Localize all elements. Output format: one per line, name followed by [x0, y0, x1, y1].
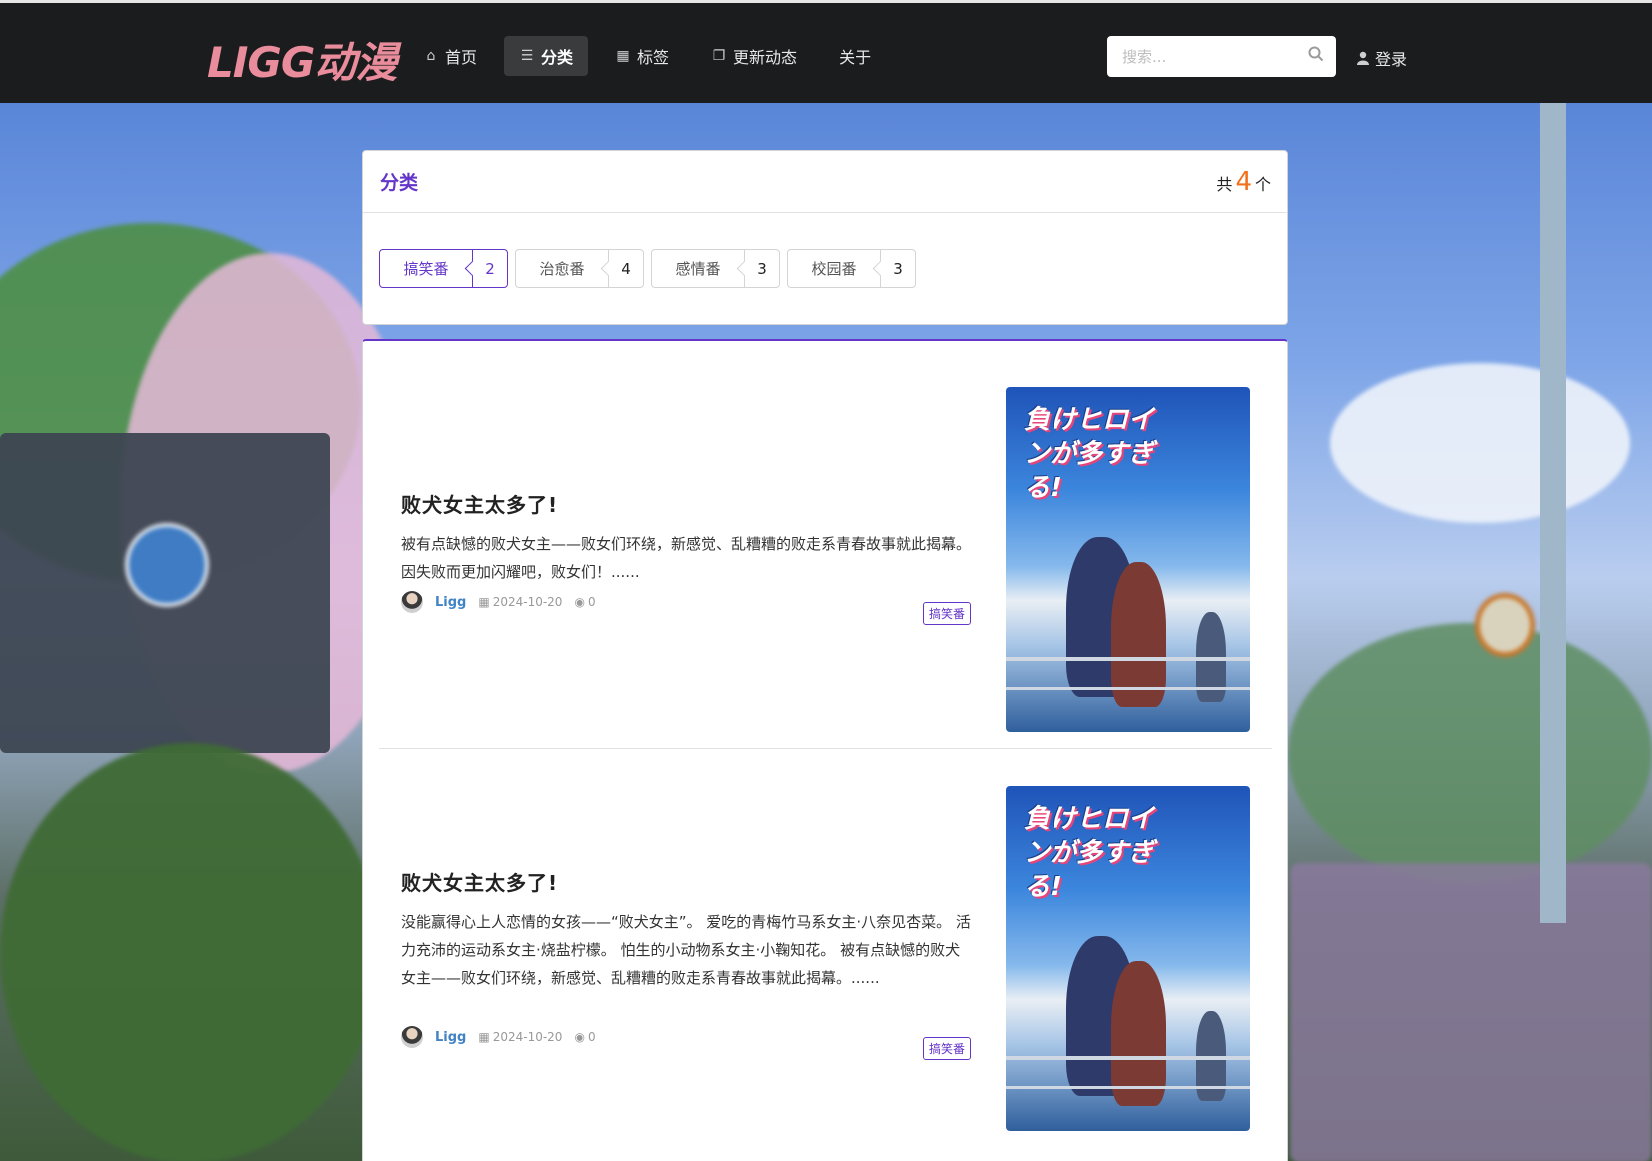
copy-icon: ❐ [712, 48, 726, 64]
category-list: 搞笑番 2 治愈番 4 感情番 3 校园番 3 [363, 213, 1287, 288]
category-tag-count: 3 [880, 250, 915, 287]
post-views: ◉ 0 [574, 595, 595, 609]
eye-icon: ◉ [574, 1030, 585, 1044]
eye-icon: ◉ [574, 595, 585, 609]
cover-title-art: 負けヒロインが多すぎる! [1024, 804, 1155, 902]
site-logo[interactable]: LIGG动漫 [207, 29, 397, 90]
post-description: 没能赢得心上人恋情的女孩——“败犬女主”。 爱吃的青梅竹马系女主·八奈见杏菜。 … [401, 913, 971, 987]
nav-tags[interactable]: ▦ 标签 [600, 36, 684, 76]
author-name[interactable]: Ligg [435, 1030, 466, 1045]
category-tag-count: 2 [472, 250, 507, 287]
tag-icon: ▦ [616, 48, 630, 64]
nav-label: 关于 [839, 48, 872, 67]
date-text: 2024-10-20 [492, 1030, 563, 1044]
author-name[interactable]: Ligg [435, 595, 466, 610]
category-title: 分类 [380, 172, 419, 194]
post-meta: Ligg ▦ 2024-10-20 ◉ 0 [401, 1026, 596, 1048]
calendar-icon: ▦ [478, 595, 490, 609]
category-header: 分类 共 4 个 [363, 151, 1287, 213]
category-tag-count: 4 [608, 250, 643, 287]
post-cover-image[interactable]: 負けヒロインが多すぎる! [1006, 786, 1250, 1131]
post-category-tag[interactable]: 搞笑番 [922, 602, 971, 625]
post-cover-image[interactable]: 負けヒロインが多すぎる! [1006, 387, 1250, 732]
nav-label: 分类 [541, 48, 574, 67]
post-description: 被有点缺憾的败犬女主——败女们环绕，新感觉、乱糟糟的败走系青春故事就此揭幕。 因… [401, 535, 972, 581]
post-title[interactable]: 败犬女主太多了! [401, 867, 558, 896]
post-item: 败犬女主太多了! 被有点缺憾的败犬女主——败女们环绕，新感觉、乱糟糟的败走系青春… [379, 341, 1272, 748]
nav-label: 首页 [445, 48, 478, 67]
post-item: 败犬女主太多了! 没能赢得心上人恋情的女孩——“败犬女主”。 爱吃的青梅竹马系女… [379, 749, 1272, 1161]
category-tag[interactable]: 搞笑番 2 [379, 249, 508, 288]
cover-title-art: 負けヒロインが多すぎる! [1024, 405, 1155, 503]
list-icon: ☰ [520, 48, 534, 64]
main-nav: ⌂ 首页 ☰ 分类 ▦ 标签 ❐ 更新动态 关于 [408, 36, 898, 76]
nav-label: 标签 [637, 48, 670, 67]
post-list: 败犬女主太多了! 被有点缺憾的败犬女主——败女们环绕，新感觉、乱糟糟的败走系青春… [362, 339, 1288, 1161]
top-navbar: LIGG动漫 ⌂ 首页 ☰ 分类 ▦ 标签 ❐ 更新动态 关于 搜索... 登录 [0, 0, 1652, 103]
category-tag-count: 3 [744, 250, 779, 287]
post-title[interactable]: 败犬女主太多了! [401, 489, 558, 518]
category-tag[interactable]: 校园番 3 [787, 249, 916, 288]
date-text: 2024-10-20 [492, 595, 563, 609]
nav-about[interactable]: 关于 [824, 36, 886, 76]
login-label: 登录 [1375, 50, 1408, 69]
views-text: 0 [587, 595, 596, 609]
category-tag[interactable]: 感情番 3 [651, 249, 780, 288]
calendar-icon: ▦ [478, 1030, 490, 1044]
nav-updates[interactable]: ❐ 更新动态 [696, 36, 812, 76]
nav-categories[interactable]: ☰ 分类 [504, 36, 589, 76]
search-input[interactable] [1107, 36, 1297, 77]
search-box [1107, 36, 1336, 77]
views-text: 0 [587, 1030, 596, 1044]
user-icon [1357, 51, 1369, 65]
home-icon: ⌂ [426, 48, 436, 64]
category-tag-label: 搞笑番 [403, 260, 449, 278]
search-icon[interactable] [1308, 46, 1324, 62]
category-tag-label: 校园番 [811, 260, 857, 278]
post-date: ▦ 2024-10-20 [478, 595, 562, 609]
nav-home[interactable]: ⌂ 首页 [408, 36, 492, 76]
nav-label: 更新动态 [733, 48, 798, 67]
author-avatar[interactable] [401, 591, 423, 613]
category-count: 共 4 个 [1216, 167, 1271, 197]
category-tag-label: 治愈番 [539, 260, 585, 278]
category-card: 分类 共 4 个 搞笑番 2 治愈番 4 感情番 3 校园番 3 [362, 150, 1288, 325]
post-views: ◉ 0 [574, 1030, 595, 1044]
post-category-tag[interactable]: 搞笑番 [922, 1037, 971, 1060]
post-meta: Ligg ▦ 2024-10-20 ◉ 0 [401, 591, 596, 613]
category-tag[interactable]: 治愈番 4 [515, 249, 644, 288]
login-link[interactable]: 登录 [1357, 46, 1407, 70]
count-number: 4 [1235, 166, 1252, 197]
count-suffix: 个 [1254, 174, 1271, 194]
count-prefix: 共 [1216, 174, 1233, 194]
category-tag-label: 感情番 [675, 260, 721, 278]
author-avatar[interactable] [401, 1026, 423, 1048]
post-date: ▦ 2024-10-20 [478, 1030, 562, 1044]
